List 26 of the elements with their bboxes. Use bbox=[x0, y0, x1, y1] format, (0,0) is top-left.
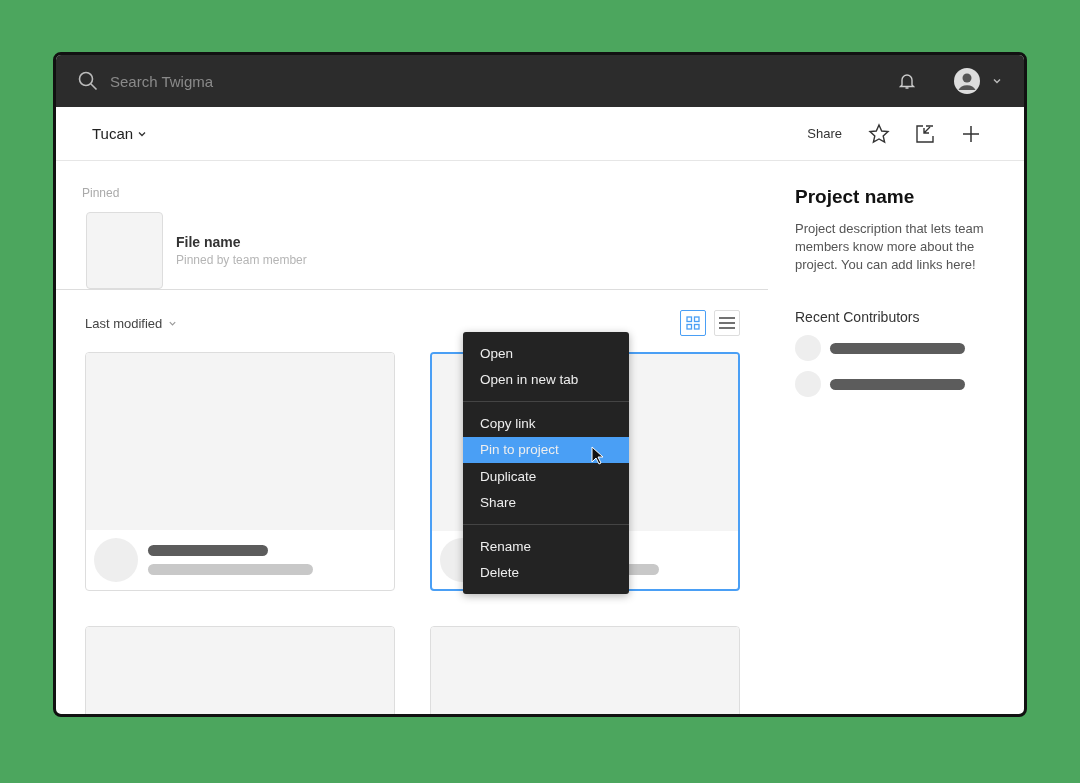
menu-item[interactable]: Copy link bbox=[463, 410, 629, 437]
menu-item[interactable]: Open in new tab bbox=[463, 366, 629, 393]
project-menu[interactable]: Tucan bbox=[92, 125, 148, 142]
grid-icon bbox=[686, 316, 700, 330]
grid-view-button[interactable] bbox=[680, 310, 706, 336]
project-description: Project description that lets team members know more about the project. You can add links here! bbox=[795, 220, 985, 274]
project-title: Project name bbox=[795, 186, 916, 208]
user-avatar[interactable] bbox=[954, 68, 980, 94]
chevron-down-icon[interactable] bbox=[992, 76, 1002, 86]
menu-item[interactable]: Rename bbox=[463, 533, 629, 560]
section-label: Pinned bbox=[82, 186, 121, 200]
menu-item[interactable]: Share bbox=[463, 489, 629, 516]
search-icon bbox=[78, 71, 98, 91]
menu-item[interactable]: Open bbox=[463, 340, 629, 367]
share-button[interactable]: Share bbox=[801, 125, 848, 142]
list-icon bbox=[719, 316, 735, 330]
menu-item[interactable]: Duplicate bbox=[463, 463, 629, 490]
search-field[interactable]: Search Twigma bbox=[110, 72, 370, 90]
file-thumbnail[interactable] bbox=[86, 212, 163, 289]
file-subtitle: Pinned by team member bbox=[176, 253, 307, 267]
menu-item[interactable]: Delete bbox=[463, 559, 629, 586]
contributors-heading: Recent Contributors bbox=[795, 309, 921, 325]
list-view-button[interactable] bbox=[714, 310, 740, 336]
cursor-icon bbox=[591, 446, 605, 466]
sort-dropdown[interactable]: Last modified bbox=[85, 315, 178, 331]
file-name[interactable]: File name bbox=[176, 234, 307, 250]
